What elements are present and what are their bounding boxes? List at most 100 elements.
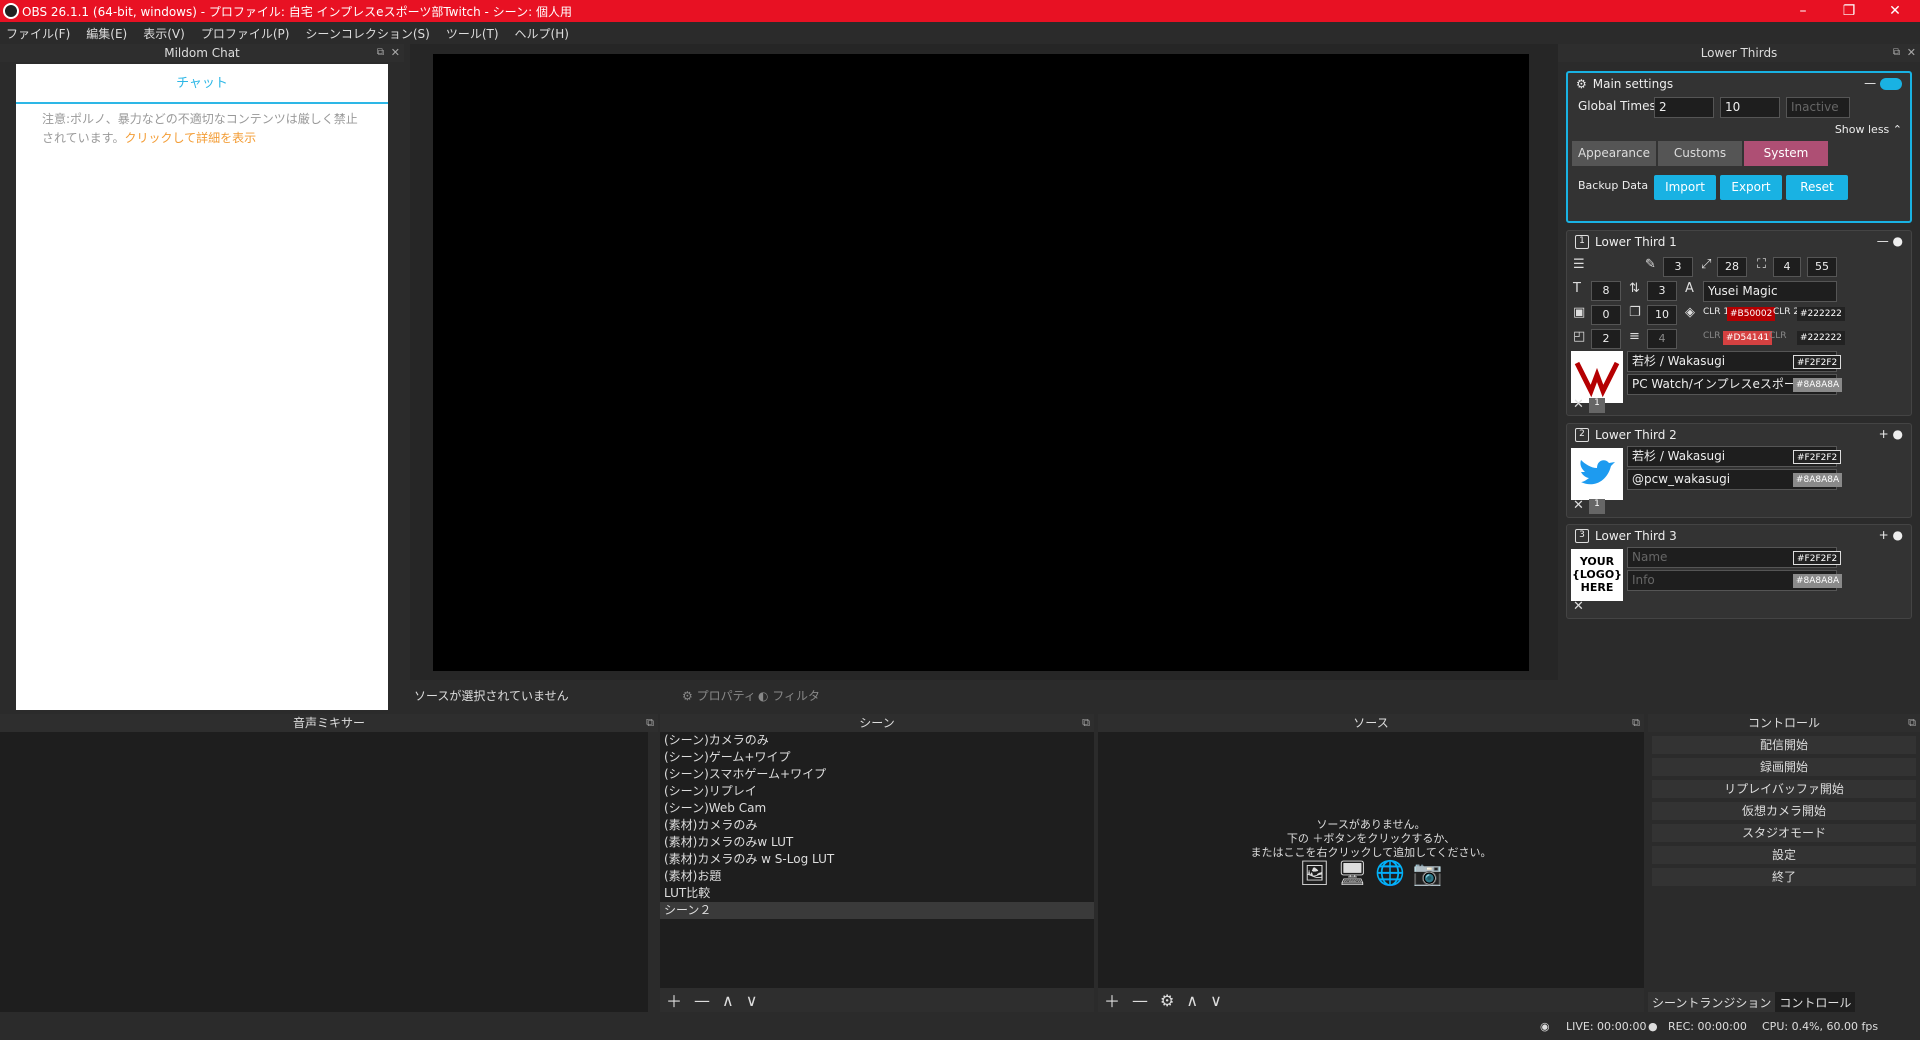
down-icon[interactable]: ∨ [1210,991,1222,1010]
remove-icon[interactable]: — [694,991,710,1010]
name-color[interactable]: #F2F2F2 [1793,450,1842,464]
chat-tab[interactable]: チャット [16,64,388,104]
tab-controls[interactable]: コントロール [1775,992,1856,1012]
down-icon[interactable]: ∨ [746,991,758,1010]
font-select[interactable]: Yusei Magic [1703,281,1837,302]
global-times-input-1[interactable]: 2 [1654,97,1714,118]
twitter-thumbnail[interactable] [1571,448,1623,500]
value-input[interactable]: 55 [1807,257,1837,277]
no-source-label: ソースが選択されていません [414,688,569,703]
scene-item[interactable]: (シーン)リプレイ [660,783,1094,800]
scene-item-selected[interactable]: シーン２ [660,902,1094,919]
start-replay-buffer-button[interactable]: リプレイバッファ開始 [1652,780,1916,798]
value-input[interactable]: 3 [1647,281,1677,301]
tab-scene-transitions[interactable]: シーントランジション [1648,992,1776,1012]
scene-item[interactable]: LUT比較 [660,885,1094,902]
slot-1[interactable]: 1 [1589,398,1605,413]
menu-profile[interactable]: プロファイル(P) [201,25,290,42]
color-swatch-4[interactable]: #222222 [1797,331,1845,345]
expand-toggle[interactable]: + ● [1879,528,1903,542]
notice-link[interactable]: クリックして詳細を表示 [124,131,256,145]
show-less-toggle[interactable]: Show less ⌃ [1835,123,1902,136]
source-list[interactable]: ソースがありません。 下の ＋ボタンをクリックするか、 またはここを右クリックし… [1098,732,1644,988]
gear-icon[interactable]: ⚙ [1160,991,1174,1010]
float-icon[interactable]: ⧉ [377,44,384,62]
delete-icon[interactable]: ✕ [1573,599,1584,614]
delete-icon[interactable]: ✕ [1573,498,1584,513]
global-times-input-2[interactable]: 10 [1720,97,1780,118]
info-color[interactable]: #8A8A8A [1793,574,1843,588]
float-icon[interactable]: ⧉ [1632,714,1640,732]
reset-button[interactable]: Reset [1786,175,1848,200]
value-input[interactable]: 28 [1717,257,1747,277]
add-icon[interactable]: ＋ [666,988,682,1012]
scene-item[interactable]: (シーン)スマホゲーム+ワイプ [660,766,1094,783]
remove-icon[interactable]: — [1132,991,1148,1010]
name-color[interactable]: #F2F2F2 [1793,551,1842,565]
minimize-button[interactable]: – [1780,0,1826,22]
color-swatch-2[interactable]: #222222 [1797,307,1845,321]
tab-customs[interactable]: Customs [1658,141,1742,166]
start-virtual-camera-button[interactable]: 仮想カメラ開始 [1652,802,1916,820]
up-icon[interactable]: ∧ [722,991,734,1010]
collapse-toggle[interactable]: — ● [1877,234,1903,248]
expand-toggle[interactable]: + ● [1879,427,1903,441]
info-color[interactable]: #8A8A8A [1793,473,1843,487]
value-input[interactable]: 4 [1773,257,1801,277]
slot-1[interactable]: 1 [1589,499,1605,514]
menu-scene-collection[interactable]: シーンコレクション(S) [305,25,429,42]
menu-file[interactable]: ファイル(F) [6,25,70,42]
scene-item[interactable]: (素材)カメラのみ w S-Log LUT [660,851,1094,868]
menu-help[interactable]: ヘルプ(H) [515,25,569,42]
live-time: LIVE: 00:00:00 [1566,1020,1647,1033]
export-button[interactable]: Export [1720,175,1782,200]
logo-placeholder[interactable]: YOUR {LOGO} HERE [1571,549,1623,601]
import-button[interactable]: Import [1654,175,1716,200]
scene-item[interactable]: (素材)カメラのみw LUT [660,834,1094,851]
scene-item[interactable]: (シーン)ゲーム+ワイプ [660,749,1094,766]
value-input[interactable]: 10 [1647,305,1677,325]
inactive-field[interactable]: Inactive [1786,97,1850,118]
menu-tools[interactable]: ツール(T) [446,25,499,42]
start-streaming-button[interactable]: 配信開始 [1652,736,1916,754]
close-icon[interactable]: ✕ [1907,44,1916,62]
value-input[interactable]: 4 [1647,329,1677,349]
name-color[interactable]: #F2F2F2 [1793,355,1842,369]
toggle-switch[interactable]: — [1864,76,1902,90]
float-icon[interactable]: ⧉ [1082,714,1090,732]
maximize-button[interactable]: ❐ [1826,0,1872,22]
float-icon[interactable]: ⧉ [1908,714,1916,732]
color-swatch-3[interactable]: #D54141 [1723,331,1773,345]
logo-thumbnail[interactable] [1571,351,1623,403]
preview-canvas[interactable] [433,54,1529,671]
value-input[interactable]: 3 [1663,257,1693,277]
float-icon[interactable]: ⧉ [646,714,654,732]
exit-button[interactable]: 終了 [1652,868,1916,886]
scene-item[interactable]: (素材)お題 [660,868,1094,885]
close-icon[interactable]: ✕ [391,44,400,62]
menu-view[interactable]: 表示(V) [143,25,185,42]
settings-button[interactable]: 設定 [1652,846,1916,864]
scene-item[interactable]: (シーン)Web Cam [660,800,1094,817]
color-swatch-1[interactable]: #B50002 [1727,307,1776,321]
align-left-icon[interactable]: ☰ [1573,257,1585,272]
info-color[interactable]: #8A8A8A [1793,378,1843,392]
start-recording-button[interactable]: 録画開始 [1652,758,1916,776]
tab-system[interactable]: System [1744,141,1828,166]
live-icon: ◉ [1540,1020,1550,1033]
value-input[interactable]: 0 [1591,305,1621,325]
properties-button[interactable]: ⚙ プロパティ [682,687,756,704]
value-input[interactable]: 2 [1591,329,1621,349]
value-input[interactable]: 8 [1591,281,1621,301]
filters-button[interactable]: ◐ フィルタ [758,687,820,704]
menu-edit[interactable]: 編集(E) [86,25,127,42]
delete-icon[interactable]: ✕ [1573,397,1584,412]
scene-item[interactable]: (シーン)カメラのみ [660,732,1094,749]
add-icon[interactable]: ＋ [1104,988,1120,1012]
float-icon[interactable]: ⧉ [1893,44,1900,62]
scene-item[interactable]: (素材)カメラのみ [660,817,1094,834]
up-icon[interactable]: ∧ [1186,991,1198,1010]
tab-appearance[interactable]: Appearance [1572,141,1656,166]
studio-mode-button[interactable]: スタジオモード [1652,824,1916,842]
close-button[interactable]: ✕ [1872,0,1918,22]
